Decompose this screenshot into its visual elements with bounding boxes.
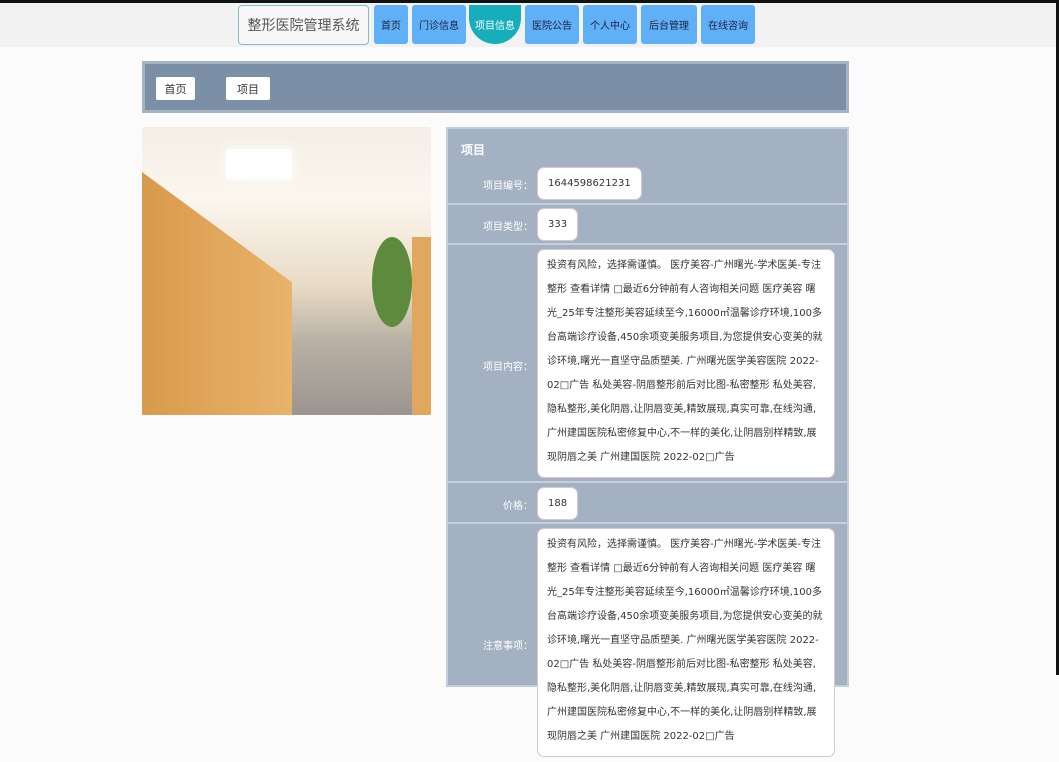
nav-admin[interactable]: 后台管理 bbox=[641, 5, 697, 44]
field-row-content: 项目内容： 投资有风险，选择需谨慎。 医疗美容-广州曙光-学术医美-专注整形 查… bbox=[448, 245, 847, 483]
nav-clinic-info[interactable]: 门诊信息 bbox=[412, 5, 466, 44]
field-row-price: 价格： 188 bbox=[448, 483, 847, 524]
breadcrumb-project[interactable]: 项目 bbox=[226, 77, 270, 100]
breadcrumb-home[interactable]: 首页 bbox=[156, 77, 195, 100]
study-booths-left bbox=[142, 172, 292, 415]
ceiling-light bbox=[226, 149, 292, 179]
notes-value: 投资有风险，选择需谨慎。 医疗美容-广州曙光-学术医美-专注整形 查看详情 □最… bbox=[537, 528, 835, 757]
project-detail-panel: 项目 项目编号： 1644598621231 项目类型： 333 项目内容： 投… bbox=[446, 127, 849, 757]
field-row-code: 项目编号： 1644598621231 bbox=[448, 163, 847, 205]
nav-project-info[interactable]: 项目信息 bbox=[469, 5, 521, 44]
nav-hospital-notice[interactable]: 医院公告 bbox=[525, 5, 579, 44]
breadcrumb: 首页 项目 bbox=[142, 61, 849, 113]
system-title: 整形医院管理系统 bbox=[238, 5, 369, 45]
notes-label: 注意事项： bbox=[483, 641, 533, 652]
nav-personal-center[interactable]: 个人中心 bbox=[583, 5, 637, 44]
field-row-notes: 注意事项： 投资有风险，选择需谨慎。 医疗美容-广州曙光-学术医美-专注整形 查… bbox=[448, 524, 847, 762]
code-value: 1644598621231 bbox=[537, 167, 642, 200]
price-value: 188 bbox=[537, 487, 579, 520]
content-value: 投资有风险，选择需谨慎。 医疗美容-广州曙光-学术医美-专注整形 查看详情 □最… bbox=[537, 249, 835, 478]
plant bbox=[372, 237, 412, 327]
code-label: 项目编号： bbox=[483, 181, 533, 192]
detail-title: 项目 bbox=[461, 143, 486, 157]
project-image bbox=[142, 127, 431, 415]
field-row-type: 项目类型： 333 bbox=[448, 205, 847, 245]
nav-home[interactable]: 首页 bbox=[374, 5, 408, 44]
type-label: 项目类型： bbox=[483, 222, 533, 233]
type-value: 333 bbox=[537, 208, 579, 241]
price-label: 价格： bbox=[503, 501, 533, 512]
nav-online-consult[interactable]: 在线咨询 bbox=[701, 5, 755, 44]
top-nav-bar: 整形医院管理系统 首页 门诊信息 项目信息 医院公告 个人中心 后台管理 在线咨… bbox=[0, 3, 1056, 47]
content-label: 项目内容： bbox=[483, 362, 533, 373]
study-booths-right bbox=[412, 237, 431, 415]
